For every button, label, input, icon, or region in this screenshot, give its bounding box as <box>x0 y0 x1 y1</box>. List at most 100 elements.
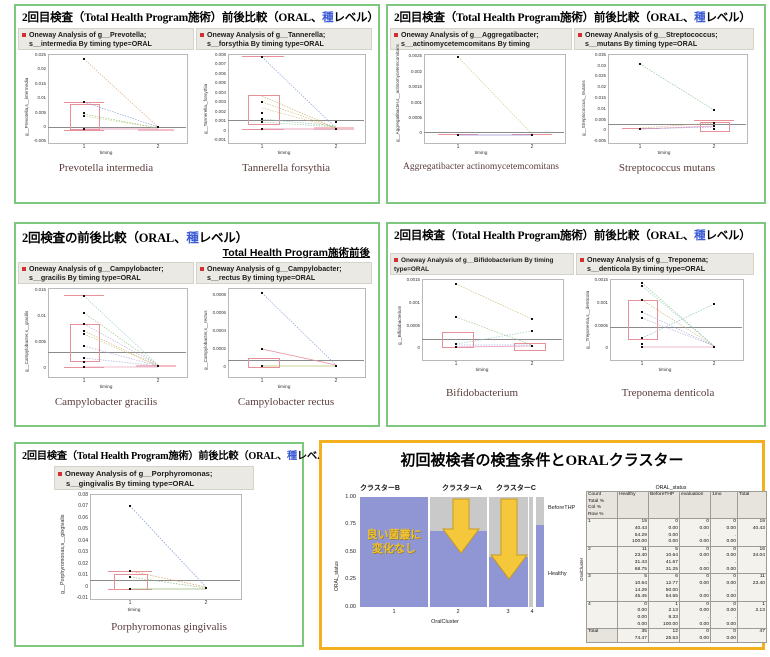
panel-title: 2回検査の前後比較（ORAL、種レベル） <box>16 224 378 246</box>
data-point <box>83 345 86 348</box>
cell: 11 23.40 <box>737 573 767 602</box>
chart-header: Oneway Analysis of g__Streptococcus; s__… <box>574 28 754 50</box>
disclosure-icon[interactable] <box>580 258 584 263</box>
chart-caption: Treponema denticola <box>621 387 715 399</box>
data-point <box>455 343 458 346</box>
chart-porphyromonas: Oneway Analysis of g__Porphyromonas; s__… <box>54 466 304 633</box>
disclosure-icon[interactable] <box>22 33 26 38</box>
cell-count: 5 <box>675 546 678 552</box>
data-point <box>205 587 208 590</box>
cell-row: 100.00 <box>632 539 647 545</box>
x-tick: 2 <box>156 378 160 384</box>
cell-count: 19 <box>759 519 765 525</box>
data-point <box>157 365 160 368</box>
title-pre: 2回目検査（Total Health Program施術）前後比較（ORAL、 <box>394 230 695 242</box>
chart-campylobacter-gracilis: Oneway Analysis of g__Campylobacter; s__… <box>16 262 196 408</box>
chart-caption: Bifidobacterium <box>445 387 519 399</box>
cell-count: 16 <box>759 546 765 552</box>
title-post: レベル） <box>333 12 379 24</box>
row-label: 4 <box>586 600 618 630</box>
chart-title-line2: s__gracilis By timing type=ORAL <box>29 274 141 283</box>
title-pre: 2回目検査（Total Health Program施術）前後比較（ORAL、 <box>22 451 287 462</box>
data-point <box>83 295 86 298</box>
cell-row: 0.00 <box>699 539 709 545</box>
chart-aggregatibacter: Oneway Analysis of g__Aggregatibacter; s… <box>388 28 574 174</box>
table-col-header-evaluation: evaluation <box>679 490 711 520</box>
x-tick: 1 <box>260 378 264 384</box>
cell-total: 0.00 <box>726 526 736 532</box>
cell-count: 0 <box>706 546 709 552</box>
disclosure-icon[interactable] <box>200 267 204 272</box>
cell: 0 0.00 . 0.00 <box>710 600 738 630</box>
chart-row: Oneway Analysis of g__Prevotella; s__int… <box>16 28 378 174</box>
data-point <box>335 365 338 368</box>
cell-count: 1 <box>675 601 678 607</box>
data-point <box>455 346 458 349</box>
cell-col: 54.29 <box>634 532 647 538</box>
disclosure-icon[interactable] <box>394 33 398 38</box>
cell-col: . <box>734 560 736 566</box>
disclosure-icon[interactable] <box>578 33 582 38</box>
chart-row: Oneway Analysis of g__Aggregatibacter; s… <box>388 28 764 174</box>
data-point <box>641 346 644 349</box>
disclosure-icon[interactable] <box>394 258 398 263</box>
cell: 0 0.00 . 0.00 <box>710 518 738 547</box>
data-point <box>531 318 534 321</box>
disclosure-icon[interactable] <box>200 33 204 38</box>
chart-title-line1: Oneway Analysis of g__Aggregatibacter; <box>401 31 539 39</box>
chart-title-line1: Oneway Analysis of g__Campylobacter; <box>207 265 342 273</box>
table-header-row: Count Total % Col % Row % Healthy Before… <box>586 490 767 520</box>
cell-total: 0.00 <box>699 553 709 559</box>
table-total-row: Total 35 74.47 12 25.53 0 0.00 0 0.00 47 <box>586 628 767 644</box>
x-axis-label: timing <box>277 151 291 156</box>
panel-title: 初回被検者の検査条件とORALクラスター <box>400 453 684 469</box>
cell-count: 6 <box>675 574 678 580</box>
data-point <box>83 115 86 118</box>
cell-row: 0.00 <box>726 539 736 545</box>
cell: 0 0.00 . 0.00 <box>710 545 738 575</box>
chart-title-line1: Oneway Analysis of g__Streptococcus; <box>585 31 718 39</box>
cell-total: 0.00 <box>699 580 709 586</box>
data-point <box>261 101 264 104</box>
data-point <box>713 122 716 125</box>
arrow-cluster-c <box>490 498 528 580</box>
x-tick: 2 <box>712 144 716 150</box>
table-col-header-1mo: 1mo <box>710 490 738 520</box>
cell-total: 10.64 <box>665 553 678 559</box>
chart-caption: Streptococcus mutans <box>618 162 716 174</box>
data-point <box>641 299 644 302</box>
corner-line-col: Col % <box>588 505 602 511</box>
disclosure-icon[interactable] <box>22 267 26 272</box>
chart-title-line2: s__rectus By timing type=ORAL <box>207 274 316 283</box>
cell: 16 34.04 <box>737 545 767 575</box>
data-point <box>261 292 264 295</box>
title-post: レベル） <box>705 230 751 242</box>
chart-header: Oneway Analysis of g__Bifidobacterium By… <box>390 253 574 275</box>
data-point <box>455 316 458 319</box>
table-col-header-healthy: Healthy <box>617 490 649 520</box>
cell-col: 14.29 <box>634 587 647 593</box>
table-row: 2 11 23.40 31.43 68.75 5 10.64 41.67 31.… <box>586 545 767 575</box>
cell: 19 40.43 54.29 100.00 <box>617 518 649 547</box>
cell-total: 12.77 <box>665 580 678 586</box>
x-axis-label: timing <box>99 385 113 390</box>
mosaic-plot: ORAL_status クラスターB クラスターA クラスターC 1.00 0.… <box>330 483 580 643</box>
corner-line-count: Count <box>588 492 602 497</box>
disclosure-icon[interactable] <box>58 472 62 477</box>
cell-total: 0.00 <box>699 635 709 641</box>
contingency-table: Count Total % Col % Row % Healthy Before… <box>586 490 767 644</box>
mosaic-x-tick: 3 <box>506 609 510 615</box>
mosaic-legend-fill <box>536 525 544 607</box>
chart-row: Oneway Analysis of g__Campylobacter; s__… <box>16 262 378 408</box>
title-pre: 2回目検査（Total Health Program施術）前後比較（ORAL、 <box>22 12 323 24</box>
chart-title-line1: Oneway Analysis of g__Prevotella; <box>29 31 147 39</box>
cluster-label-a: クラスターA <box>442 485 482 492</box>
panel-aggregatibacter-streptococcus: 2回目検査（Total Health Program施術）前後比較（ORAL、種… <box>386 4 766 204</box>
row-label: 1 <box>586 518 618 547</box>
cell-col: . <box>707 532 709 538</box>
cell-row: 0.00 <box>726 594 736 600</box>
cell-row: 31.25 <box>665 566 678 572</box>
row-label-total: Total <box>586 628 618 644</box>
data-point <box>335 128 338 131</box>
data-point <box>83 366 86 369</box>
